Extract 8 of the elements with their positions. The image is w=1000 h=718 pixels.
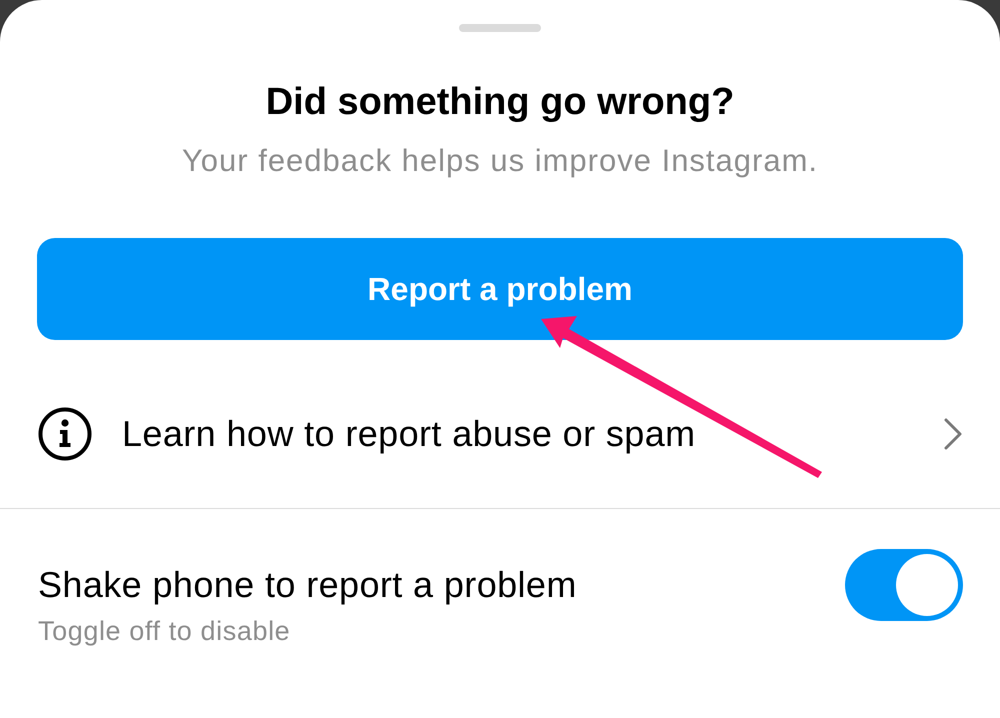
drag-handle[interactable]: [459, 24, 541, 32]
report-abuse-link[interactable]: Learn how to report abuse or spam: [122, 406, 696, 461]
sheet-subtitle: Your feedback helps us improve Instagram.: [182, 142, 818, 179]
setting-label: Shake phone to report a problem: [38, 564, 577, 606]
setting-hint: Toggle off to disable: [38, 615, 292, 648]
sheet-title: Did something go wrong?: [266, 80, 734, 125]
chevron-right-icon[interactable]: [943, 418, 963, 450]
info-icon: [38, 406, 92, 461]
